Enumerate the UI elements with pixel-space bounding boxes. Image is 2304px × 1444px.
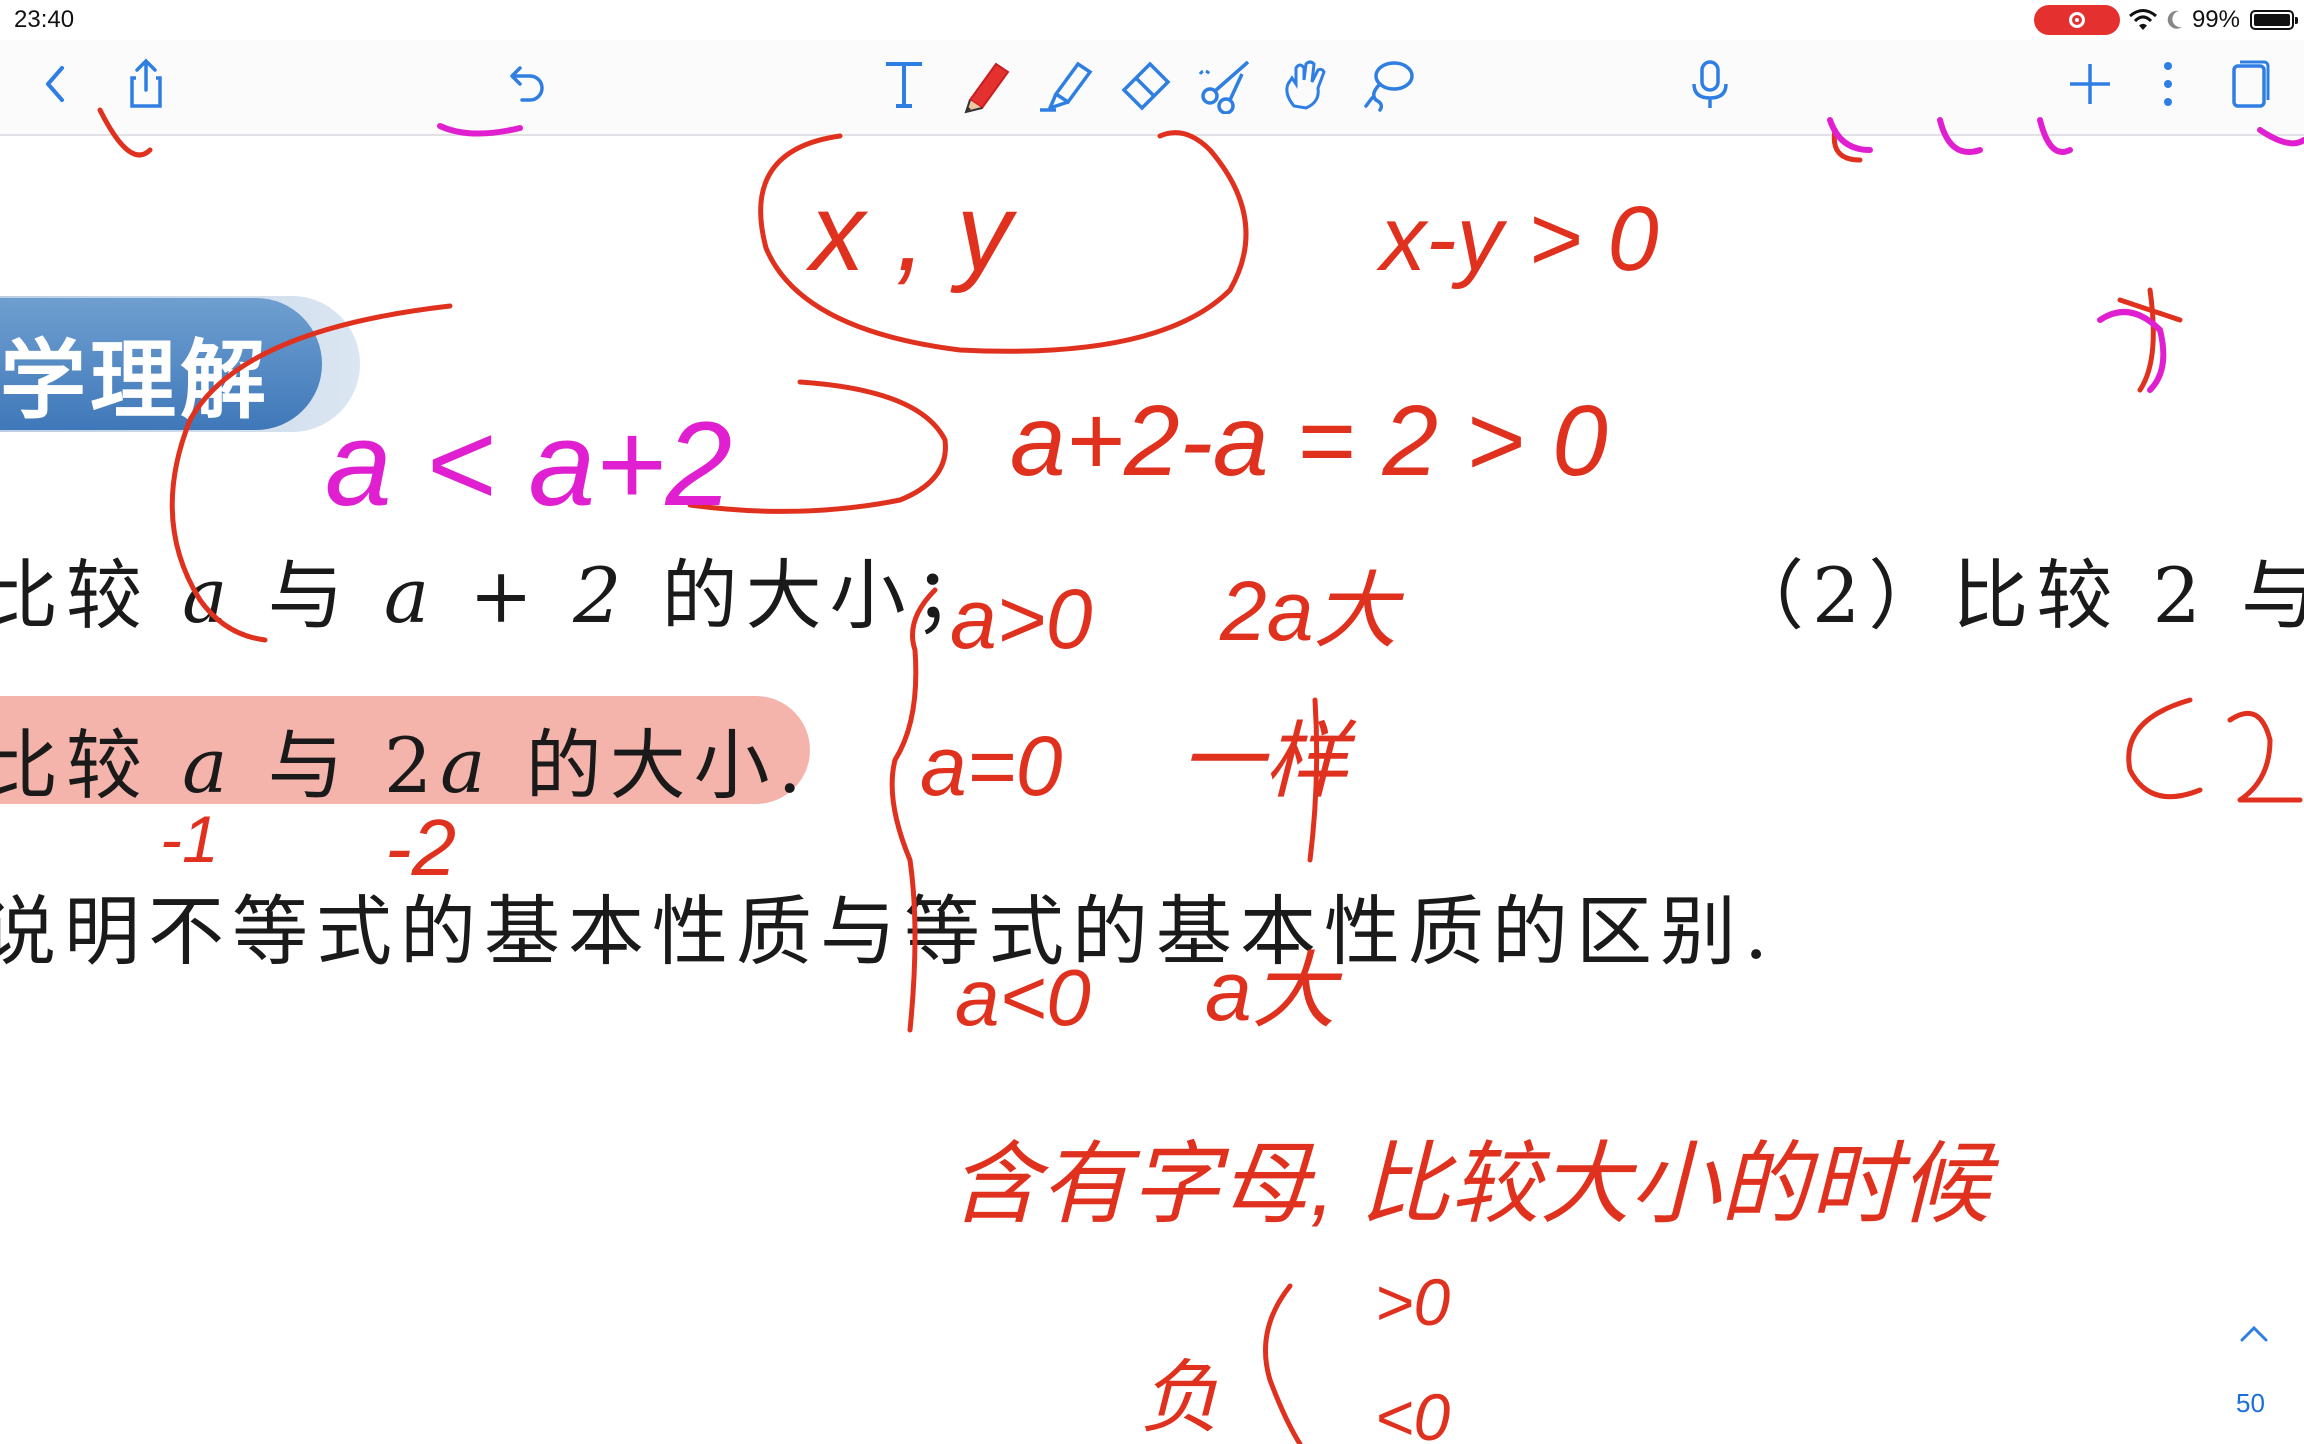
- hand-icon[interactable]: [1274, 52, 1338, 116]
- question-line-2: 比较 a 与 2a 的大小.: [0, 721, 810, 810]
- battery-percent: 99%: [2191, 6, 2240, 33]
- ink-lt0: <0: [1375, 1380, 1451, 1444]
- lasso-icon[interactable]: [1356, 52, 1420, 116]
- toolbar: [0, 40, 2304, 136]
- scroll-up-icon[interactable]: [2234, 1314, 2274, 1354]
- record-icon: [2068, 12, 2085, 28]
- ink-brace-sign: [1263, 1283, 1303, 1444]
- ink-case1-result: 2a大: [1219, 564, 1404, 658]
- ink-inequality: a < a+2: [325, 397, 732, 531]
- ink-note: 含有字母, 比较大小的时候: [950, 1135, 2000, 1235]
- ink-gt0: >0: [1375, 1265, 1451, 1339]
- question-line-3: 说明不等式的基本性质与等式的基本性质的区别.: [0, 887, 1777, 976]
- more-icon[interactable]: [2136, 52, 2200, 116]
- notes-app: 23:40 99% 学理解 比较 a 与 a + 2 的大小； （2）比较 2 …: [0, 0, 2304, 1444]
- question-line-1: 比较 a 与 a + 2 的大小；: [0, 551, 998, 640]
- back-icon[interactable]: [24, 52, 88, 116]
- question-line-1b: （2）比较 2 与: [1728, 551, 2304, 640]
- scissors-icon[interactable]: [1194, 52, 1258, 116]
- status-indicators: 99%: [2033, 5, 2298, 35]
- wifi-icon: [2128, 9, 2157, 30]
- status-time: 23:40: [14, 6, 75, 33]
- add-page-icon[interactable]: [2058, 52, 2122, 116]
- undo-icon[interactable]: [494, 52, 558, 116]
- ink-oval-xy: [758, 130, 1249, 354]
- pen-icon[interactable]: [954, 52, 1018, 116]
- page-number[interactable]: 50: [2236, 1388, 2265, 1419]
- status-bar: 23:40 99%: [0, 0, 2304, 40]
- ink-case2: a=0: [920, 719, 1063, 813]
- battery-icon: [2250, 10, 2298, 30]
- microphone-icon[interactable]: [1678, 52, 1742, 116]
- share-icon[interactable]: [114, 52, 178, 116]
- screen-record-indicator[interactable]: [2033, 5, 2120, 35]
- ink-bracket-right: [687, 379, 948, 514]
- pages-icon[interactable]: [2216, 52, 2280, 116]
- ink-partial-c2: [2126, 697, 2303, 803]
- ink-partial-x: [2117, 287, 2183, 393]
- moon-icon: [2167, 10, 2182, 29]
- ink-x-minus-y: x-y > 0: [1376, 188, 1659, 290]
- ink-difference: a+2-a = 2 > 0: [1010, 385, 1608, 497]
- ink-case2-result: 一样: [1180, 714, 1357, 808]
- ink-sign-char: 负: [1140, 1353, 1220, 1442]
- eraser-icon[interactable]: [1114, 52, 1178, 116]
- highlighter-icon[interactable]: [1034, 52, 1098, 116]
- ink-case-divider: [1307, 697, 1320, 863]
- text-tool-icon[interactable]: [872, 52, 936, 116]
- ink-magenta-x: [2097, 309, 2167, 393]
- ink-xy: x , y: [805, 171, 1018, 294]
- section-title: 学理解: [0, 331, 270, 431]
